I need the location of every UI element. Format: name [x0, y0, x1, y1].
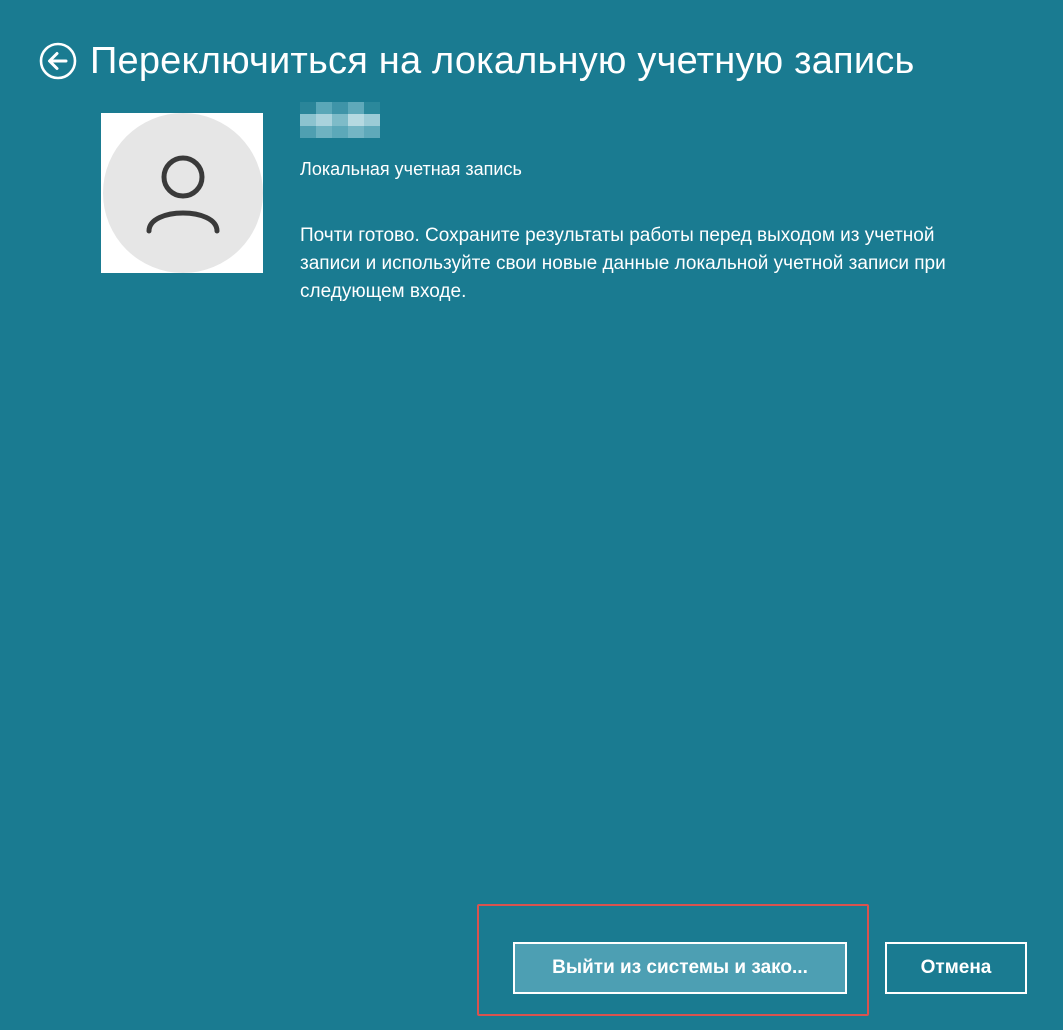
back-button[interactable] [38, 41, 78, 81]
avatar [101, 113, 263, 273]
avatar-circle [103, 113, 263, 273]
back-arrow-circle-icon [39, 42, 77, 80]
sign-out-and-finish-button[interactable]: Выйти из системы и зако... [513, 942, 847, 994]
account-type-label: Локальная учетная запись [300, 159, 522, 179]
page-title: Переключиться на локальную учетную запис… [90, 39, 915, 82]
person-icon [146, 155, 220, 234]
username-redacted [300, 102, 380, 138]
page-header: Переключиться на локальную учетную запис… [38, 38, 914, 84]
cancel-button[interactable]: Отмена [885, 942, 1027, 994]
info-message: Почти готово. Сохраните результаты работ… [300, 225, 946, 302]
